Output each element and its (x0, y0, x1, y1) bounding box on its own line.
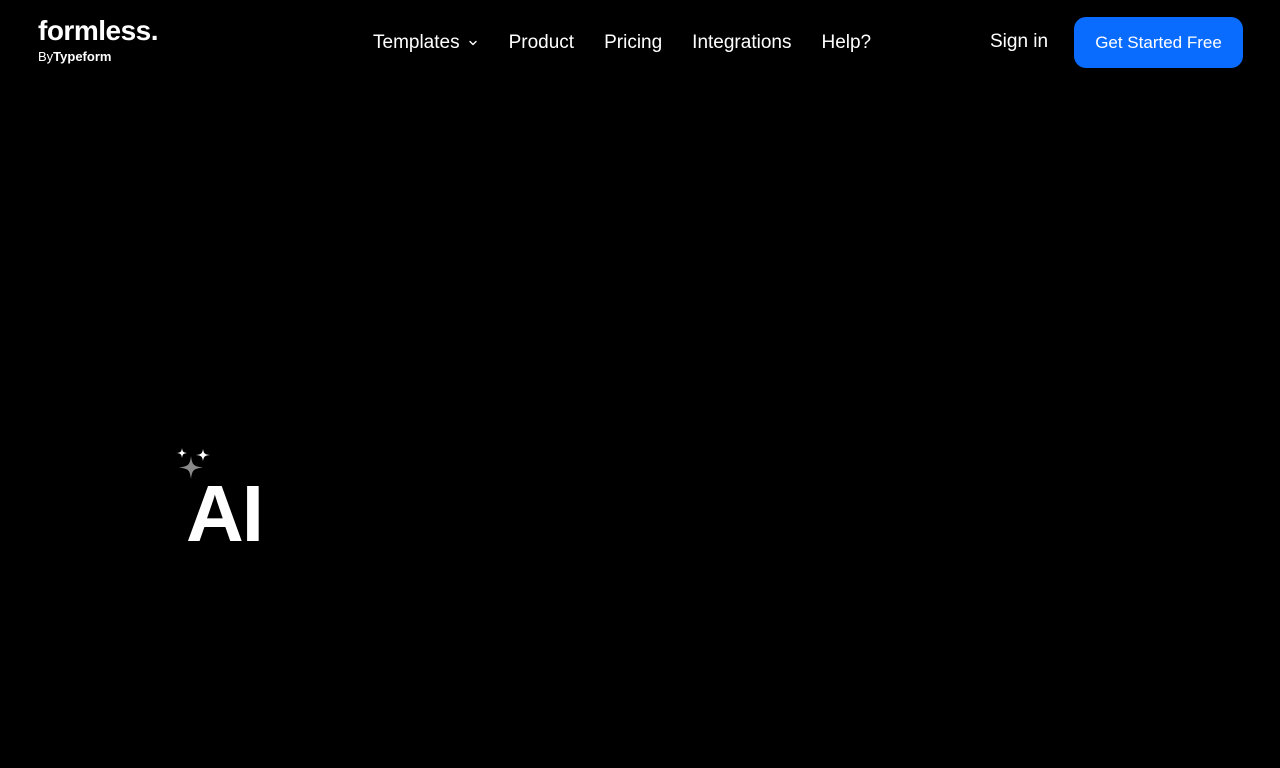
formless-logo[interactable]: formless. ByTypeform (38, 16, 168, 68)
nav-product[interactable]: Product (509, 31, 574, 55)
chevron-down-icon (468, 40, 477, 46)
sign-in-link[interactable]: Sign in (990, 30, 1048, 54)
main-nav: Templates Product Pricing Integrations H… (373, 30, 871, 56)
get-started-free-button[interactable]: Get Started Free (1074, 17, 1243, 68)
logo-by: By (38, 49, 54, 64)
hero-ai-badge: AI (174, 446, 284, 556)
logo-wordmark: formless. (38, 15, 159, 46)
ai-heading: AI (186, 469, 264, 558)
nav-templates[interactable]: Templates (373, 31, 479, 55)
nav-help[interactable]: Help? (821, 31, 871, 55)
logo-brand: Typeform (53, 49, 112, 64)
site-header: formless. ByTypeform Templates Product P… (0, 0, 1280, 84)
logo-byline: ByTypeform (38, 49, 168, 65)
nav-integrations[interactable]: Integrations (692, 31, 791, 55)
nav-templates-label: Templates (373, 32, 460, 53)
nav-pricing[interactable]: Pricing (604, 31, 662, 55)
